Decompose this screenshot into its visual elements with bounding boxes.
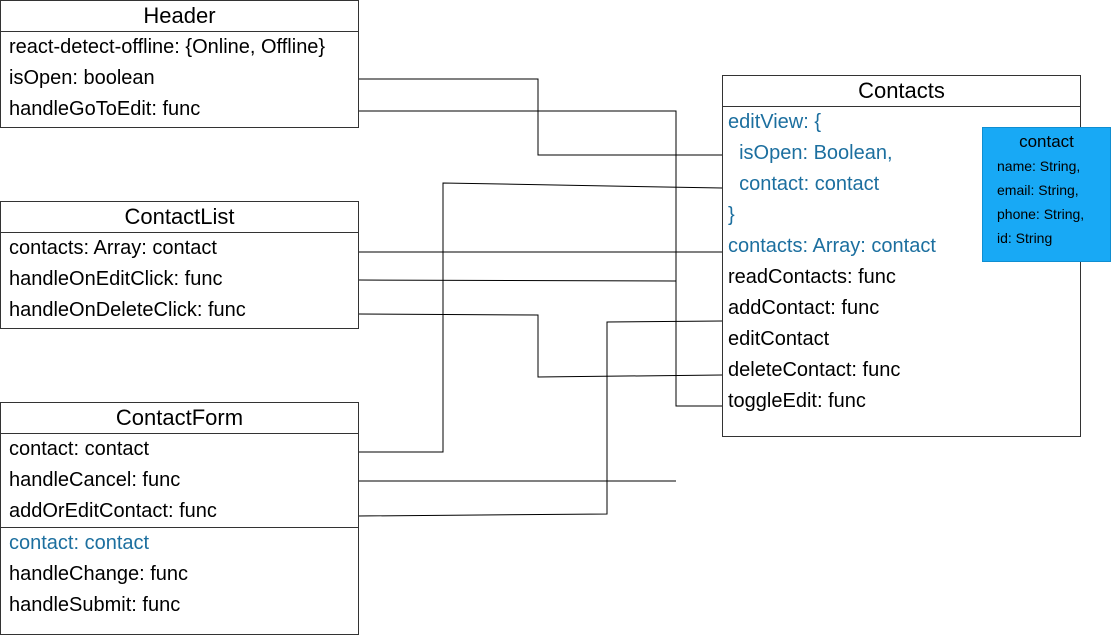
- connector-form-contact: [358, 182, 723, 453]
- contacts-method: editContact: [728, 328, 830, 350]
- contacts-method: addContact: func: [728, 297, 880, 319]
- contact-type-field: id: String: [997, 230, 1053, 246]
- contactlist-class-title: ContactList: [1, 202, 358, 233]
- connector-isopen: [358, 78, 722, 156]
- contacts-method: deleteContact: func: [728, 359, 901, 381]
- contactlist-field: handleOnDeleteClick: func: [9, 299, 246, 321]
- connector-oneditclick: [357, 279, 677, 282]
- contactform-method: handleSubmit: func: [9, 594, 181, 616]
- contacts-method: readContacts: func: [728, 266, 896, 288]
- contactlist-field: handleOnEditClick: func: [9, 268, 223, 290]
- contactform-class-box: ContactForm contact: contact handleCance…: [0, 402, 359, 635]
- contactform-state: contact: contact: [9, 532, 150, 554]
- contactlist-field: contacts: Array: contact: [9, 237, 217, 259]
- header-field: isOpen: boolean: [9, 67, 155, 89]
- connector-addoredit: [357, 320, 723, 517]
- contact-type-field: email: String,: [997, 182, 1079, 198]
- contactform-prop: addOrEditContact: func: [9, 500, 217, 522]
- contacts-method: toggleEdit: func: [728, 390, 866, 412]
- contactlist-class-box: ContactList contacts: Array: contact han…: [0, 201, 359, 329]
- contactform-prop: handleCancel: func: [9, 469, 181, 491]
- header-class-title: Header: [1, 1, 358, 32]
- connector-ondeleteclick: [357, 313, 723, 378]
- contactform-class-title: ContactForm: [1, 403, 358, 434]
- header-class-box: Header react-detect-offline: {Online, Of…: [0, 0, 359, 128]
- contact-type-note: contact name: String, email: String, pho…: [982, 127, 1111, 262]
- contactform-prop: contact: contact: [9, 438, 150, 460]
- contacts-class-title: Contacts: [723, 76, 1080, 107]
- header-field: react-detect-offline: {Online, Offline}: [9, 36, 326, 58]
- contact-type-title: contact: [1019, 132, 1074, 151]
- header-field: handleGoToEdit: func: [9, 98, 201, 120]
- contactform-method: handleChange: func: [9, 563, 189, 585]
- contact-type-field: phone: String,: [997, 206, 1085, 222]
- contact-type-field: name: String,: [997, 158, 1081, 174]
